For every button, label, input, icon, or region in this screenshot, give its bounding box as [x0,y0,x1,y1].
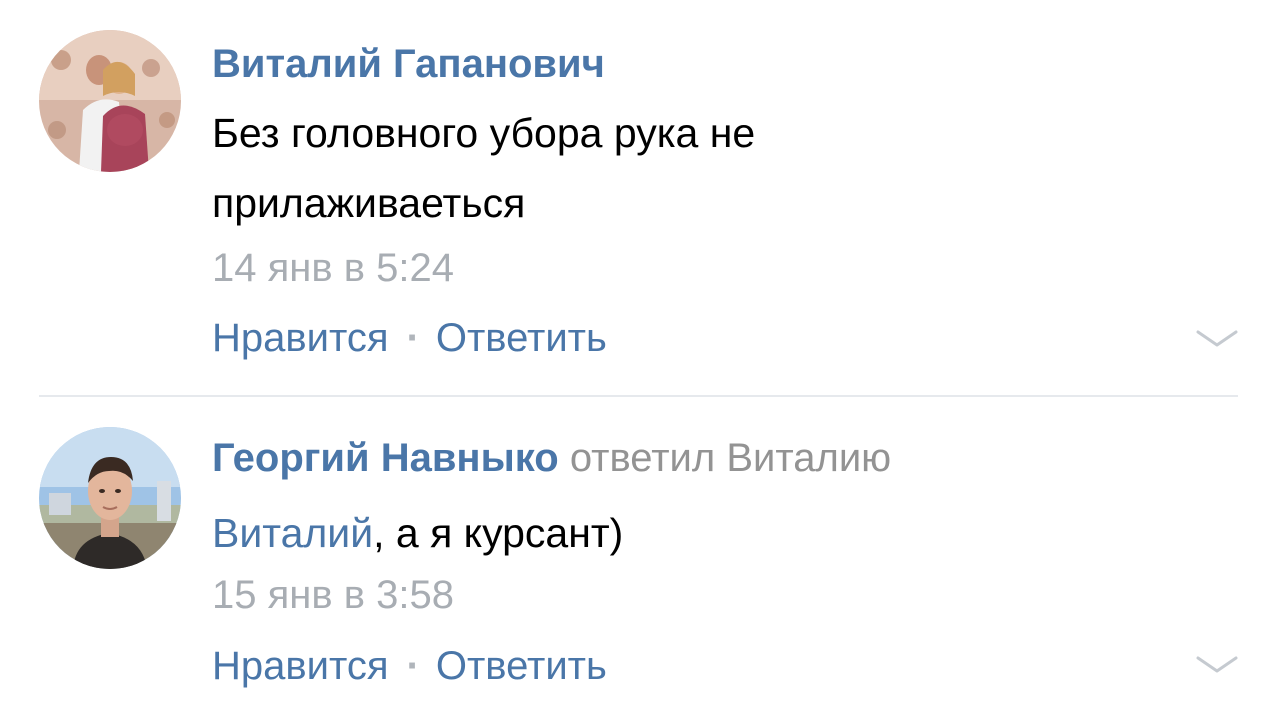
chevron-down-icon[interactable] [1195,328,1239,350]
comment-header: Георгий Навныко ответил Виталию [212,434,891,482]
comment: Виталий Гапанович Без головного убора ру… [0,0,1280,396]
reply-to-label[interactable]: ответил Виталию [570,436,891,480]
comment-header: Виталий Гапанович [212,40,605,88]
reply-button[interactable]: Ответить [436,316,607,360]
action-separator: · [406,644,420,688]
author-name[interactable]: Виталий Гапанович [212,42,605,86]
comment-divider [39,395,1238,397]
comment-actions: Нравится · Ответить [212,314,607,362]
like-button[interactable]: Нравится [212,316,389,360]
comment-text-body: , а я курсант) [373,510,624,556]
avatar[interactable] [39,427,181,569]
action-separator: · [406,316,420,360]
comment-text-line: Без головного убора рука не [212,110,756,156]
timestamp: 15 янв в 3:58 [212,573,454,617]
author-name[interactable]: Георгий Навныко [212,436,559,480]
comment-text-line: прилаживаеться [212,180,526,226]
mention-link[interactable]: Виталий [212,510,373,556]
reply-button[interactable]: Ответить [436,644,607,688]
timestamp: 14 янв в 5:24 [212,246,454,290]
avatar-photo-man [39,427,181,569]
comment-text: Виталий, а я курсант) [212,498,1112,568]
avatar[interactable] [39,30,181,172]
comment-actions: Нравится · Ответить [212,642,607,690]
chevron-down-icon[interactable] [1195,654,1239,676]
comment: Георгий Навныко ответил Виталию Виталий,… [0,398,1280,709]
comment-text: Без головного убора рука не прилаживаеть… [212,98,1112,238]
like-button[interactable]: Нравится [212,644,389,688]
avatar-photo-couple [39,30,181,172]
